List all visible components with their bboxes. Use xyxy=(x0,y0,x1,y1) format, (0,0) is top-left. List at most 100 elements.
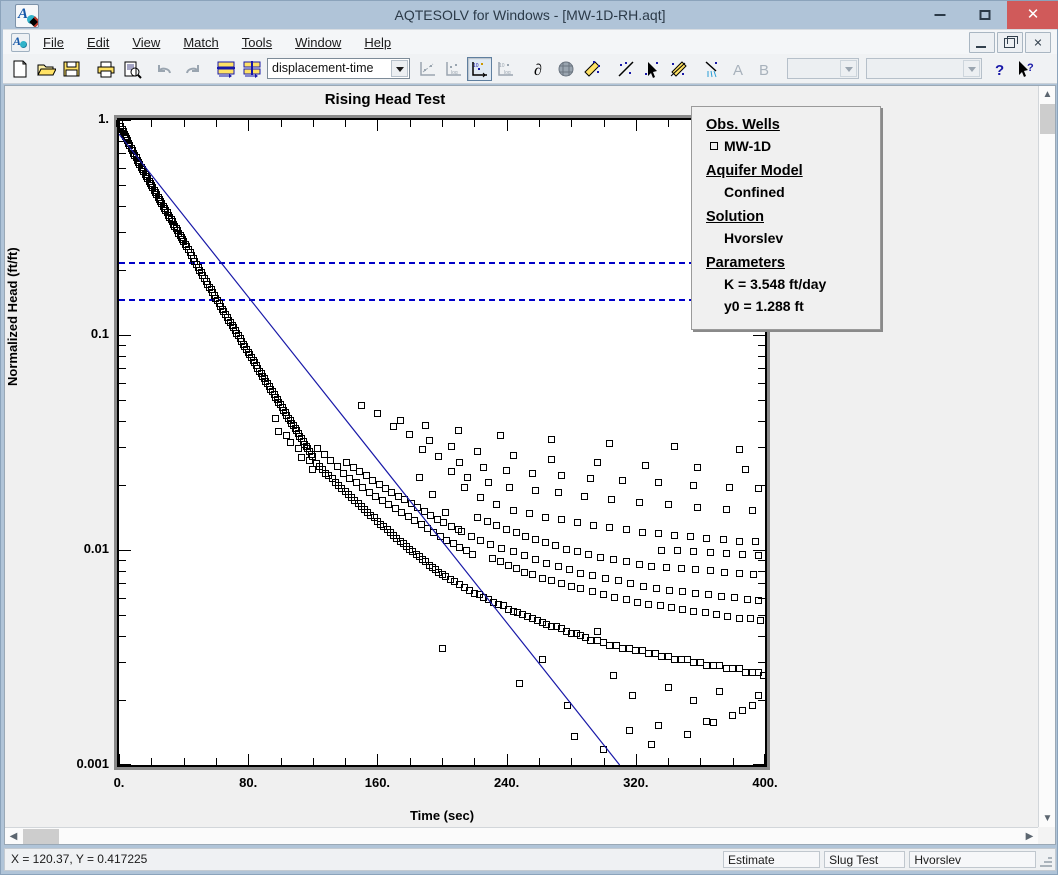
redo-button[interactable] xyxy=(179,56,204,81)
document-restore-button[interactable] xyxy=(997,32,1023,53)
match-line-icon xyxy=(618,60,634,77)
mdi-icon-sphere xyxy=(20,41,27,48)
new-button[interactable] xyxy=(7,56,32,81)
chevron-down-icon[interactable] xyxy=(963,60,980,77)
window-controls: ✕ xyxy=(917,1,1058,29)
menu-item-match[interactable]: Match xyxy=(173,33,228,52)
svg-text:log: log xyxy=(451,70,458,76)
window-maximize-button[interactable] xyxy=(962,1,1007,29)
chevron-down-icon[interactable] xyxy=(391,60,408,77)
open-button[interactable] xyxy=(33,56,58,81)
save-button[interactable] xyxy=(59,56,84,81)
menu-item-tools[interactable]: Tools xyxy=(232,33,282,52)
log-linear-plot-button[interactable]: 10 xyxy=(467,56,492,81)
document-close-button[interactable]: ✕ xyxy=(1025,32,1051,53)
chevron-down-icon[interactable] xyxy=(840,60,857,77)
plot-type-combo[interactable]: displacement-time xyxy=(267,58,410,79)
status-coordinates: X = 120.37, Y = 0.417225 xyxy=(11,852,148,866)
svg-text:∂: ∂ xyxy=(534,62,542,79)
derivative-button[interactable]: ∂ xyxy=(527,56,552,81)
menu-item-window[interactable]: Window xyxy=(285,33,351,52)
vertical-scroll-thumb[interactable] xyxy=(1040,104,1055,134)
wand-button[interactable] xyxy=(579,56,604,81)
well-sheet-icon xyxy=(243,60,261,78)
x-tick-label: 240. xyxy=(493,775,520,790)
status-bar: X = 120.37, Y = 0.417225 Estimate Slug T… xyxy=(4,848,1056,871)
svg-text:?: ? xyxy=(995,62,1004,79)
a-button[interactable]: A xyxy=(725,56,750,81)
magic-wand-icon xyxy=(584,60,600,77)
print-preview-button[interactable] xyxy=(119,56,144,81)
window-close-button[interactable]: ✕ xyxy=(1007,1,1058,29)
help-button[interactable]: ? xyxy=(987,56,1012,81)
log-log-plot-button[interactable]: 10 log xyxy=(493,56,518,81)
grid-button[interactable] xyxy=(553,56,578,81)
family-curves-icon xyxy=(705,60,717,77)
document-system-menu-icon[interactable]: A xyxy=(11,33,30,52)
print-button[interactable] xyxy=(93,56,118,81)
plot-legend: Obs. Wells MW-1D Aquifer Model Confined Solu… xyxy=(691,106,881,330)
loglog-plot-icon: 10 log xyxy=(498,61,513,76)
menu-help-label: Help xyxy=(364,35,392,50)
legend-heading: Aquifer Model xyxy=(706,163,803,179)
redo-arrow-icon xyxy=(186,64,199,73)
family-curves-button[interactable] xyxy=(699,56,724,81)
linear-log-plot-button[interactable]: log xyxy=(441,56,466,81)
derivative-icon: ∂ xyxy=(534,62,542,79)
letter-b-text: B xyxy=(759,62,769,79)
svg-text:10: 10 xyxy=(473,63,479,69)
scroll-down-icon[interactable]: ▼ xyxy=(1039,810,1056,827)
pointer-point-icon xyxy=(645,61,658,78)
x-tick-label: 160. xyxy=(364,775,391,790)
menu-item-help[interactable]: Help xyxy=(354,33,401,52)
menu-window-label: Window xyxy=(295,35,342,50)
match-line-button[interactable] xyxy=(613,56,638,81)
data-table-button[interactable] xyxy=(213,56,238,81)
menu-bar: A File Edit View Match Tools Window Help… xyxy=(3,29,1057,55)
menu-tools-label: Tools xyxy=(241,35,273,50)
mdi-client-area: Rising Head Test Normalized Head (ft/ft)… xyxy=(4,85,1056,845)
scroll-right-icon[interactable]: ▶ xyxy=(1021,828,1038,845)
legend-row: MW-1D xyxy=(710,135,870,157)
scroll-left-icon[interactable]: ◀ xyxy=(5,828,22,845)
secondary-combo-2[interactable] xyxy=(866,58,982,79)
x-tick-label: 80. xyxy=(239,775,258,790)
document-minimize-button[interactable] xyxy=(969,32,995,53)
svg-text:log: log xyxy=(504,70,511,76)
semilog-plot-icon: log xyxy=(446,61,461,76)
menu-view-label: View xyxy=(132,35,161,50)
well-data-button[interactable] xyxy=(239,56,264,81)
context-help-button[interactable]: ? xyxy=(1013,56,1038,81)
menu-item-view[interactable]: View xyxy=(122,33,170,52)
minimize-icon xyxy=(976,46,986,48)
b-button[interactable]: B xyxy=(751,56,776,81)
undo-button[interactable] xyxy=(153,56,178,81)
scroll-up-icon[interactable]: ▲ xyxy=(1039,86,1056,103)
menu-item-edit[interactable]: Edit xyxy=(77,33,119,52)
restore-icon xyxy=(1004,36,1018,48)
curve-edit-icon xyxy=(670,60,687,77)
select-point-button[interactable] xyxy=(639,56,664,81)
letter-b-icon: B xyxy=(759,62,769,79)
linear-plot-icon xyxy=(420,61,435,76)
secondary-combo-1[interactable] xyxy=(787,58,859,79)
plot-area[interactable] xyxy=(116,118,767,767)
letter-a-text: A xyxy=(733,62,743,79)
linear-linear-plot-button[interactable] xyxy=(415,56,440,81)
legend-square-marker-icon xyxy=(710,142,718,150)
edit-curve-button[interactable] xyxy=(665,56,690,81)
new-document-icon xyxy=(13,60,27,77)
x-tick-label: 320. xyxy=(623,775,649,790)
y-tick-label: 0.1 xyxy=(90,326,109,341)
status-mode-panel: Estimate xyxy=(723,851,821,868)
printer-icon xyxy=(97,61,115,77)
menu-item-file[interactable]: File xyxy=(33,33,74,52)
y-tick-label: 1. xyxy=(98,111,109,126)
grid-icon xyxy=(558,61,574,76)
window-minimize-button[interactable] xyxy=(917,1,962,29)
document-window-controls: ✕ xyxy=(969,32,1057,53)
horizontal-scrollbar[interactable]: ◀ ▶ xyxy=(5,827,1038,844)
horizontal-scroll-thumb[interactable] xyxy=(23,829,59,844)
vertical-scrollbar[interactable]: ▲ ▼ xyxy=(1038,86,1055,827)
resize-grip[interactable] xyxy=(1038,853,1052,867)
